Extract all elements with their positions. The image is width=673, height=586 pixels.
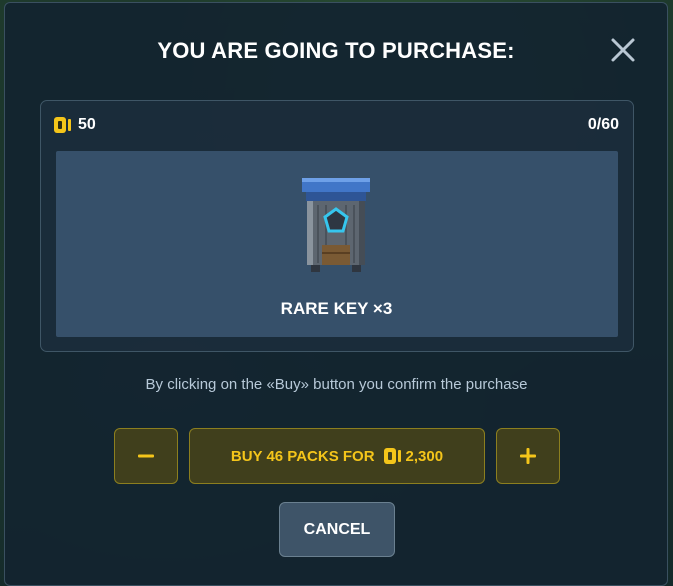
coin-icon xyxy=(383,448,401,464)
buy-button-label: BUY 46 PACKS FOR xyxy=(230,447,375,465)
buy-price: 2,300 xyxy=(405,447,444,465)
dialog-title: YOU ARE GOING TO PURCHASE: xyxy=(157,38,515,63)
item-name: RARE KEY ×3 xyxy=(280,299,393,318)
balance-value: 50 xyxy=(78,116,96,133)
plus-icon xyxy=(520,448,536,464)
cancel-button[interactable]: CANCEL xyxy=(279,502,395,557)
coin-icon xyxy=(54,117,71,133)
increase-quantity-button[interactable] xyxy=(496,428,560,484)
confirm-note: By clicking on the «Buy» button you conf… xyxy=(145,376,528,393)
decrease-quantity-button[interactable] xyxy=(114,428,178,484)
close-button[interactable] xyxy=(606,33,640,67)
currency-balance: 50 xyxy=(54,115,96,135)
buy-button[interactable]: BUY 46 PACKS FOR 2,300 xyxy=(189,428,485,484)
minus-icon xyxy=(138,454,154,458)
progress-counter: 0/60 xyxy=(587,116,619,133)
close-icon xyxy=(611,38,635,62)
rare-key-box-icon xyxy=(302,178,370,272)
